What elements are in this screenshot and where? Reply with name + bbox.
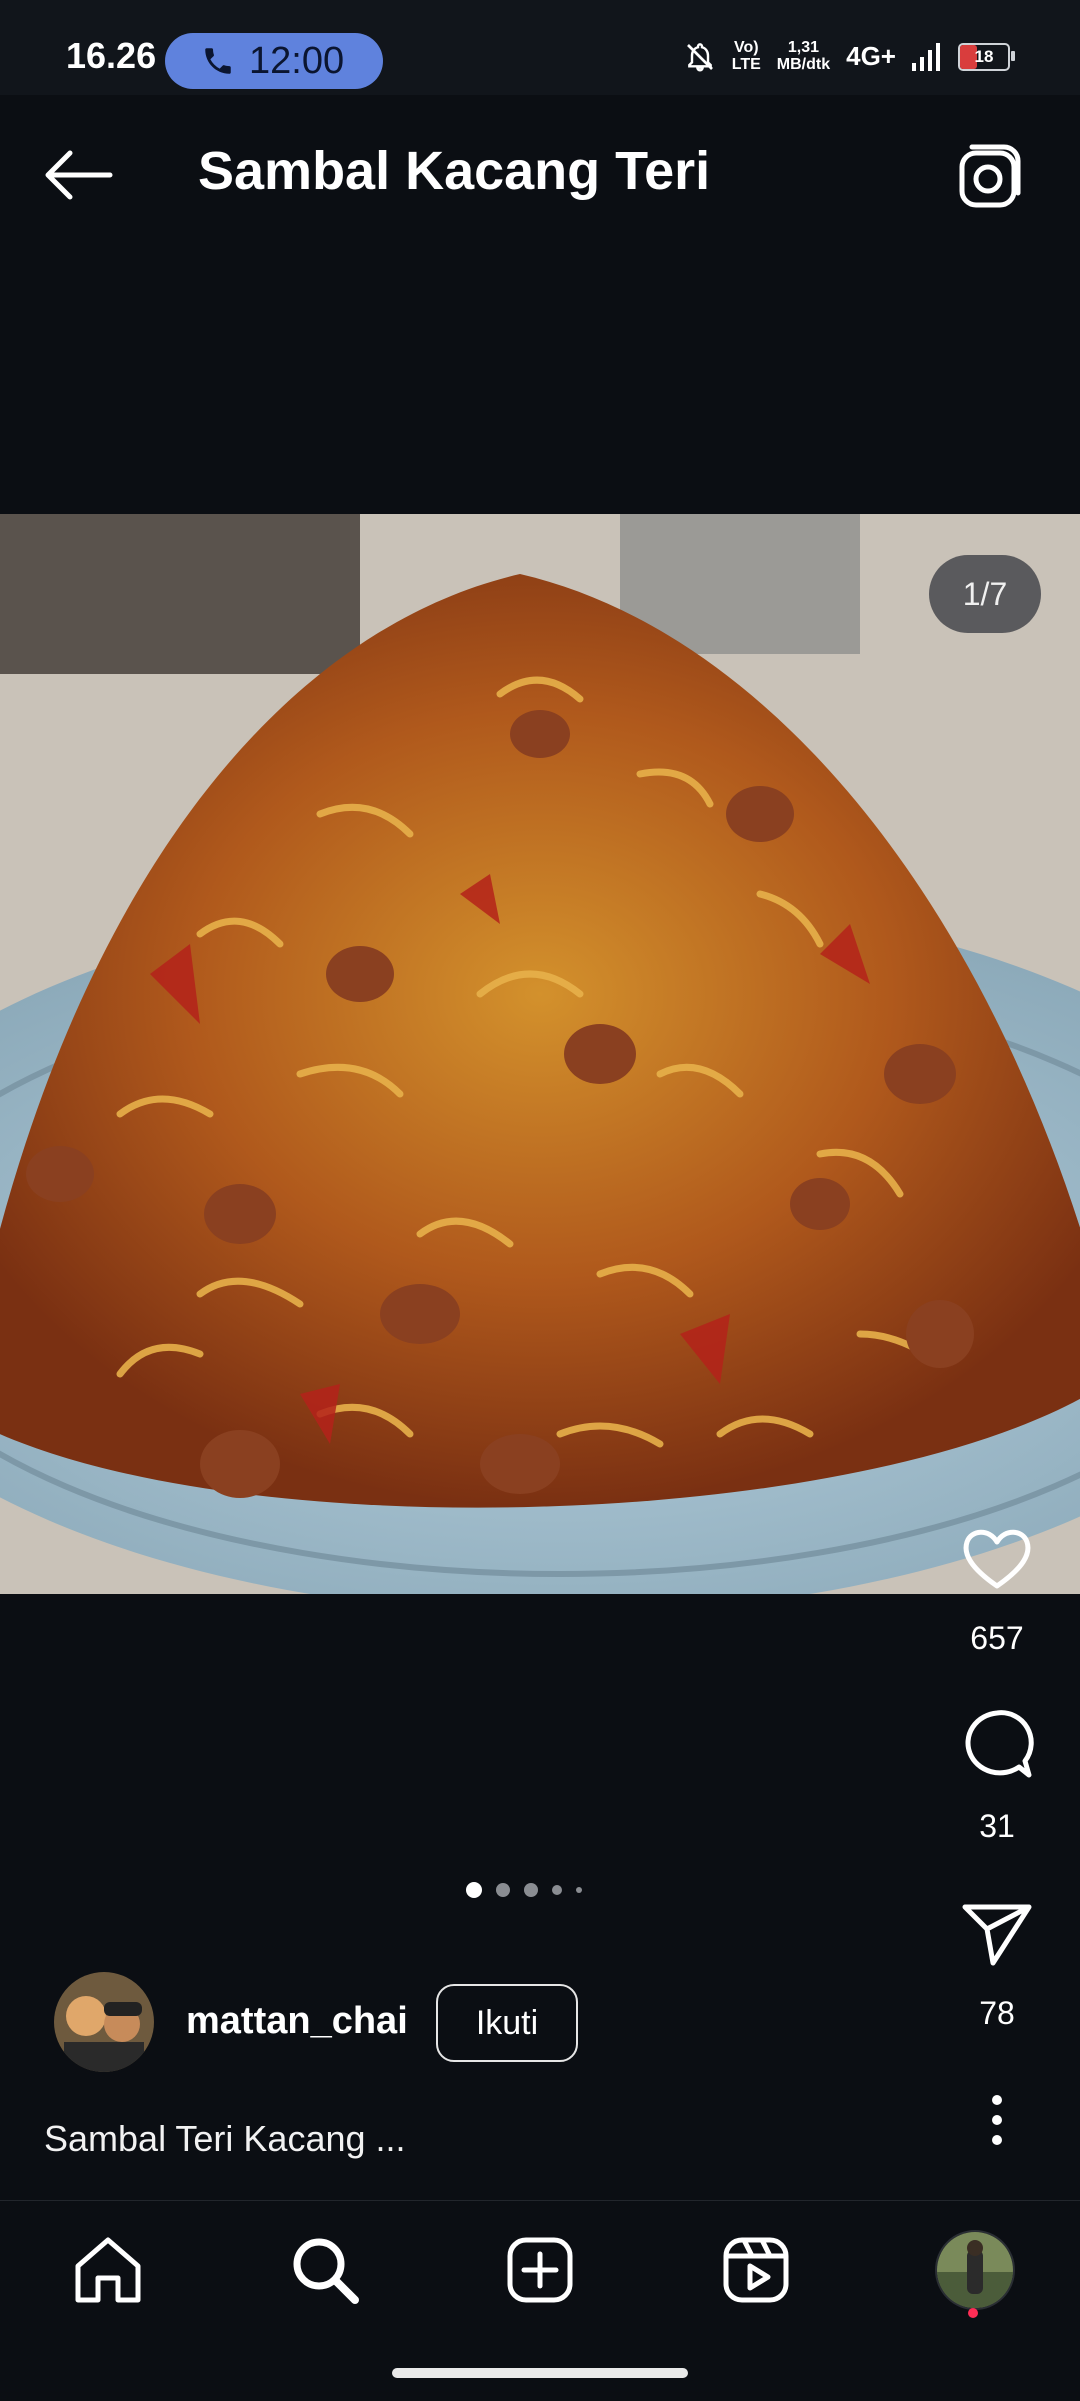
home-icon[interactable] <box>68 2230 148 2310</box>
carousel-dot <box>496 1883 510 1897</box>
signal-icon <box>912 42 940 71</box>
status-indicators: Vo) LTE 1,31 MB/dtk 4G+ 18 <box>684 39 1015 74</box>
home-indicator[interactable] <box>392 2368 688 2378</box>
network-type: 4G+ <box>846 41 896 72</box>
carousel-indicator <box>466 1882 582 1898</box>
food-photo-image <box>0 514 1080 1594</box>
follow-button[interactable]: Ikuti <box>436 1984 578 2062</box>
network-speed: 1,31 MB/dtk <box>776 39 831 73</box>
back-arrow-icon[interactable] <box>40 135 120 215</box>
mute-bell-icon <box>686 42 713 72</box>
author-username[interactable]: mattan_chai <box>186 2000 408 2043</box>
carousel-dot <box>552 1885 562 1895</box>
create-icon[interactable] <box>500 2230 580 2310</box>
carousel-dot-active <box>466 1882 482 1898</box>
camera-icon[interactable] <box>950 135 1030 215</box>
send-icon[interactable] <box>957 1893 1037 1973</box>
photo-counter: 1/7 <box>929 555 1041 633</box>
search-icon[interactable] <box>285 2230 365 2310</box>
status-time: 16.26 <box>66 35 157 76</box>
author-avatar[interactable] <box>54 1972 154 2072</box>
like-count: 657 <box>970 1620 1024 1656</box>
phone-icon <box>205 48 231 74</box>
more-options-icon[interactable] <box>977 2090 1017 2150</box>
page-title: Sambal Kacang Teri <box>198 141 711 201</box>
carousel-dot <box>524 1883 538 1897</box>
call-timer: 12:00 <box>249 39 345 82</box>
ongoing-call-pill[interactable]: 12:00 <box>165 33 383 89</box>
post-photo[interactable] <box>0 514 1080 1594</box>
volte-indicator: Vo) LTE <box>731 39 761 73</box>
reels-icon[interactable] <box>716 2230 796 2310</box>
profile-avatar[interactable] <box>935 2230 1015 2310</box>
comment-count: 31 <box>979 1808 1015 1844</box>
comment-icon[interactable] <box>957 1705 1037 1785</box>
post-caption[interactable]: Sambal Teri Kacang ... <box>44 2118 406 2160</box>
heart-icon[interactable] <box>957 1518 1037 1598</box>
notification-dot <box>968 2308 978 2318</box>
share-count: 78 <box>979 1995 1015 2031</box>
battery-indicator: 18 <box>958 42 1015 71</box>
carousel-dot <box>576 1887 582 1893</box>
